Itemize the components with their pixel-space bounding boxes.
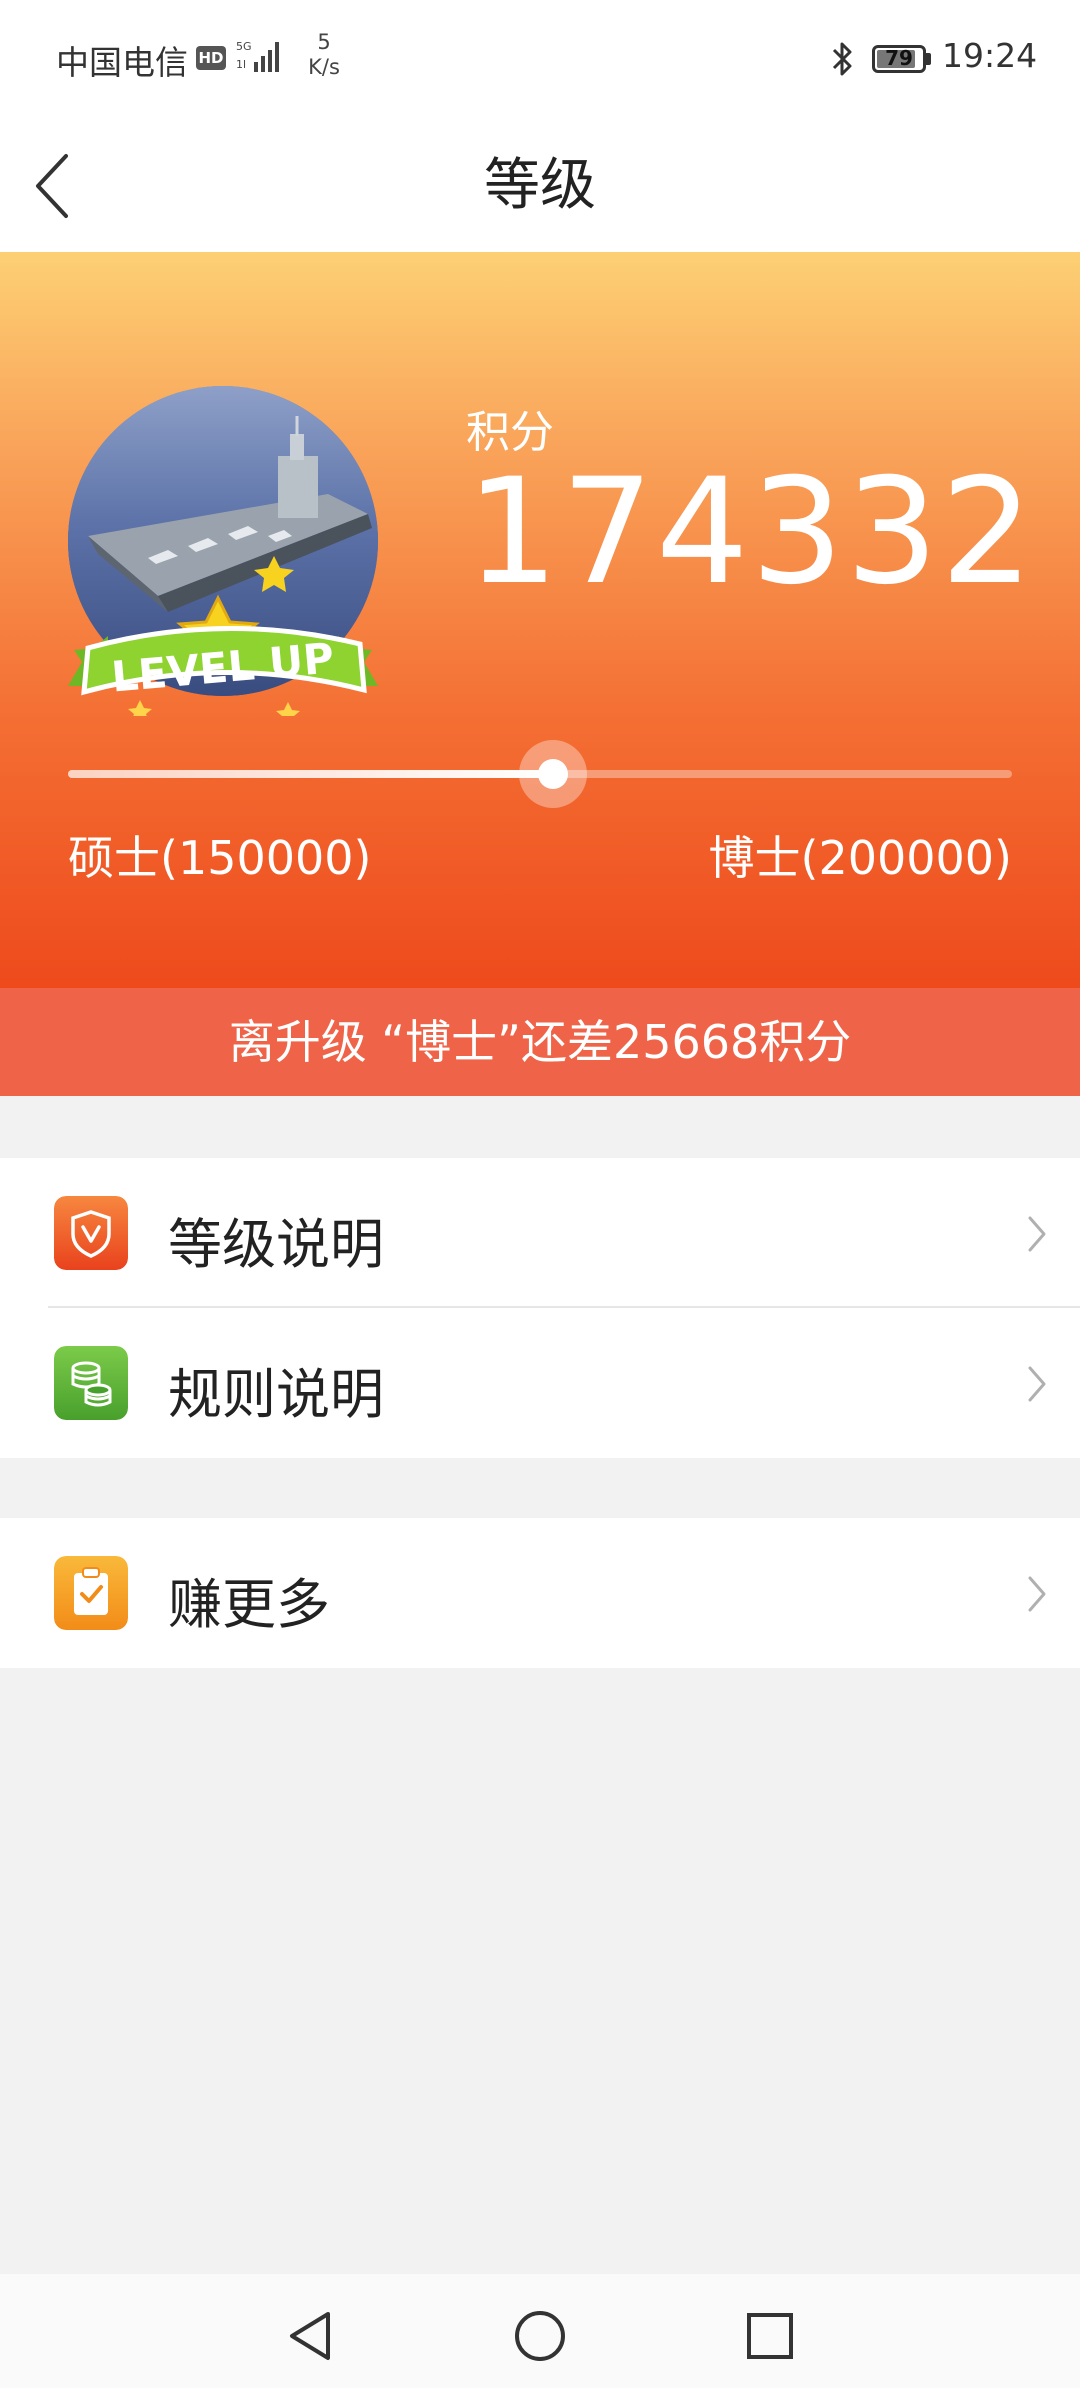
current-level-label: 硕士(150000): [68, 831, 372, 885]
status-bar: 中国电信 HD 5G 1l 5 K/s 79 19:24: [0, 0, 1080, 118]
back-triangle-icon[interactable]: [282, 2308, 338, 2364]
menu-item-rule-description[interactable]: 规则说明: [0, 1308, 1080, 1458]
score-value: 174332: [466, 447, 1036, 617]
menu-group-earn: 赚更多: [0, 1518, 1080, 1668]
clipboard-check-icon: [54, 1556, 128, 1630]
signal-icon: 5G 1l: [236, 40, 279, 72]
chevron-right-icon: [1028, 1366, 1046, 1402]
net-speed: 5 K/s: [300, 30, 348, 80]
chevron-right-icon: [1028, 1576, 1046, 1612]
hd-badge: HD: [196, 46, 226, 70]
points-gap-banner: 离升级 “博士”还差25668积分: [0, 988, 1080, 1096]
recents-square-icon[interactable]: [742, 2308, 798, 2364]
level-hero: LEVEL UP 积分 174332 硕士(150000) 博士(200000): [0, 252, 1080, 988]
menu-item-label: 等级说明: [168, 1213, 384, 1276]
chevron-right-icon: [1028, 1216, 1046, 1252]
net-speed-unit: K/s: [308, 55, 340, 79]
menu-item-label: 规则说明: [168, 1363, 384, 1426]
svg-text:1l: 1l: [236, 58, 246, 71]
level-up-badge-icon: LEVEL UP: [68, 556, 378, 716]
level-progress-bar: [68, 740, 1012, 808]
battery-tip: [926, 53, 931, 65]
progress-fill: [68, 770, 553, 778]
menu-group-info: 等级说明 规则说明: [0, 1158, 1080, 1458]
menu-item-earn-more[interactable]: 赚更多: [0, 1518, 1080, 1668]
bluetooth-icon: [832, 42, 852, 76]
battery-icon: 79: [872, 45, 926, 73]
home-circle-icon[interactable]: [512, 2308, 568, 2364]
system-nav-bar: [0, 2274, 1080, 2388]
carrier-name: 中国电信: [56, 43, 188, 82]
coins-icon: [54, 1346, 128, 1420]
progress-knob: [518, 740, 587, 808]
next-level-label: 博士(200000): [708, 831, 1013, 885]
nav-bar: 等级: [0, 118, 1080, 252]
svg-text:5G: 5G: [236, 40, 252, 53]
battery-level: 79: [885, 46, 913, 70]
avatar[interactable]: LEVEL UP: [68, 386, 378, 716]
net-speed-value: 5: [317, 30, 331, 54]
shield-v-icon: [54, 1196, 128, 1270]
page-title: 等级: [484, 153, 596, 218]
status-time: 19:24: [942, 36, 1038, 75]
menu-item-level-description[interactable]: 等级说明: [0, 1158, 1080, 1308]
menu-item-label: 赚更多: [168, 1573, 330, 1636]
